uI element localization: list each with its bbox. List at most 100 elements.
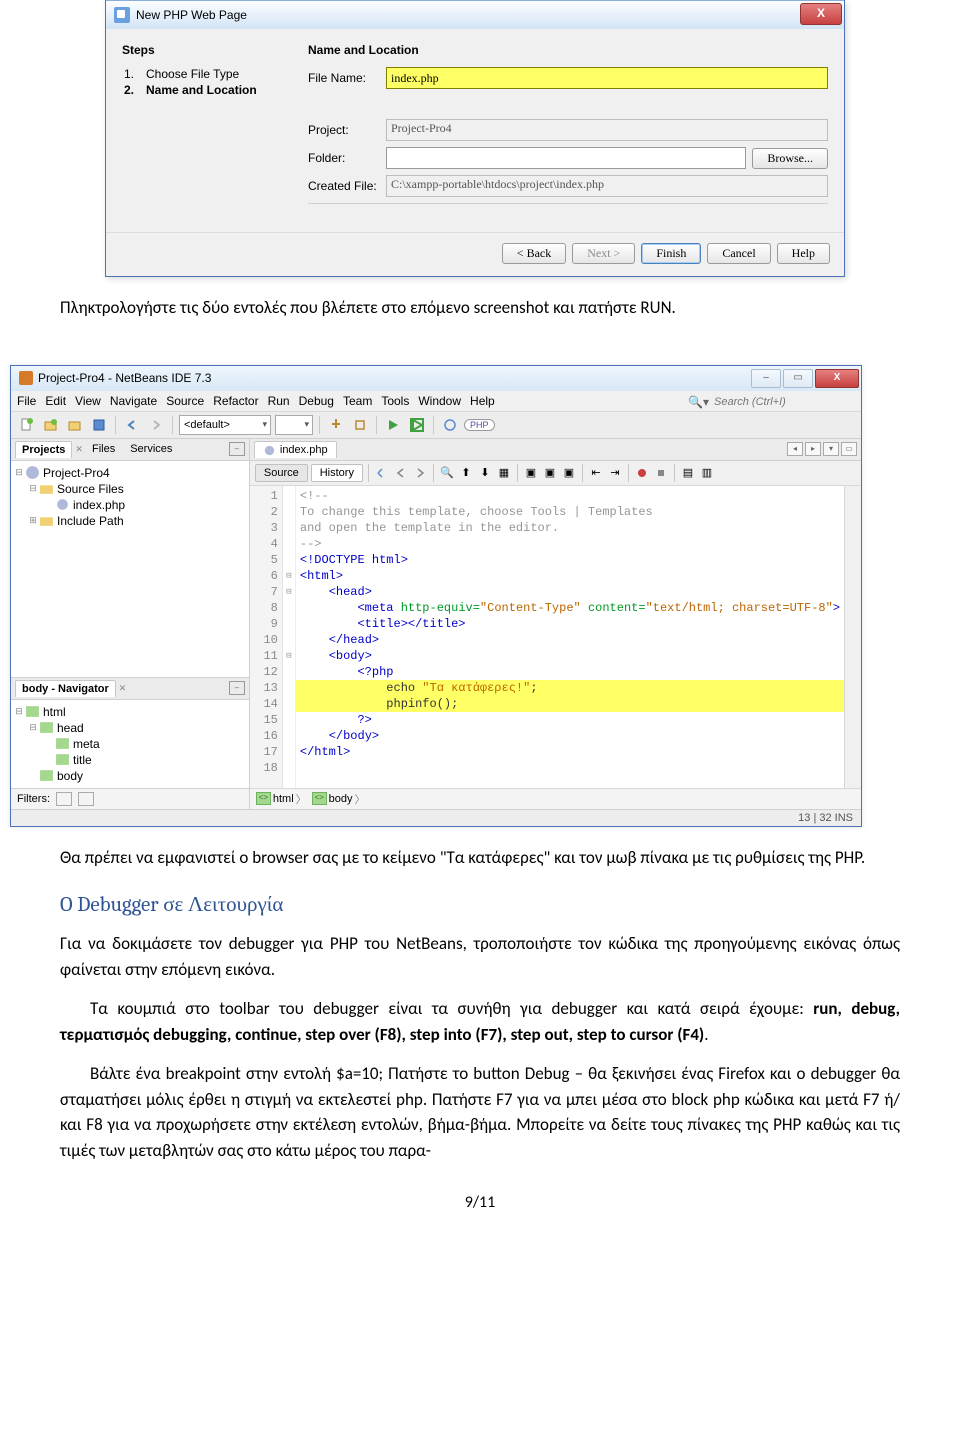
macro-start-icon[interactable] (634, 465, 650, 481)
dropdown-icon[interactable]: ▾ (823, 442, 839, 456)
redo-icon[interactable] (146, 415, 166, 435)
minimize-icon[interactable]: – (751, 369, 781, 388)
editor-tabbar: index.php ◂▸▾▭ (250, 439, 861, 461)
toggle-highlight-icon[interactable]: ▦ (496, 465, 512, 481)
php-file-icon (263, 444, 276, 456)
navigator-title[interactable]: body - Navigator (15, 680, 116, 697)
form-column: Name and Location File Name: Project: Pr… (308, 43, 828, 222)
menu-team[interactable]: Team (343, 394, 372, 408)
save-all-icon[interactable] (89, 415, 109, 435)
steps-header: Steps (122, 43, 290, 57)
build-icon[interactable] (326, 415, 346, 435)
html-tag-icon (39, 769, 54, 783)
macro-stop-icon[interactable] (653, 465, 669, 481)
tree-index-php[interactable]: index.php (73, 498, 125, 512)
tree-source-files[interactable]: Source Files (57, 482, 124, 496)
editor-breadcrumb: <>html 〉 <>body 〉 (250, 788, 861, 809)
clean-build-icon[interactable] (350, 415, 370, 435)
menu-window[interactable]: Window (418, 394, 461, 408)
menu-run[interactable]: Run (268, 394, 290, 408)
mode-source[interactable]: Source (255, 464, 308, 482)
close-icon[interactable]: X (815, 369, 859, 388)
menu-tools[interactable]: Tools (381, 394, 409, 408)
debug-icon[interactable] (407, 415, 427, 435)
new-php-dialog: New PHP Web Page X Steps 1.Choose File T… (105, 0, 845, 277)
next-bookmark-icon[interactable]: ▣ (542, 465, 558, 481)
browse-button[interactable]: Browse... (752, 148, 828, 169)
code-editor[interactable]: 123456789101112131415161718 ⊟⊟⊟ <!--To c… (250, 486, 861, 788)
config-target-combo[interactable] (275, 415, 313, 435)
scrollbar[interactable] (844, 486, 861, 788)
menu-refactor[interactable]: Refactor (213, 394, 258, 408)
file-name-label: File Name: (308, 71, 386, 85)
folder-input[interactable] (386, 147, 746, 169)
open-project-icon[interactable] (65, 415, 85, 435)
tree-include-path[interactable]: Include Path (57, 514, 124, 528)
step-item: 2.Name and Location (124, 83, 290, 97)
menu-navigate[interactable]: Navigate (110, 394, 157, 408)
maximize-editor-icon[interactable]: ▭ (841, 442, 857, 456)
profile-icon[interactable] (440, 415, 460, 435)
minimize-panel-icon[interactable]: – (229, 442, 245, 456)
new-file-icon[interactable] (17, 415, 37, 435)
left-panel: Projects ✕ Files Services – ⊟Project-Pro… (11, 439, 250, 809)
mode-history[interactable]: History (311, 464, 363, 482)
find-prev-icon[interactable]: ⬆ (458, 465, 474, 481)
filter-icon[interactable] (78, 792, 94, 806)
maximize-icon[interactable]: ▭ (783, 369, 813, 388)
shift-right-icon[interactable]: ⇥ (607, 465, 623, 481)
prev-bookmark-icon[interactable]: ▣ (523, 465, 539, 481)
menu-source[interactable]: Source (166, 394, 204, 408)
menu-file[interactable]: File (17, 394, 36, 408)
menu-edit[interactable]: Edit (45, 394, 66, 408)
uncomment-icon[interactable]: ▥ (699, 465, 715, 481)
navigator-tree[interactable]: ⊟html ⊟head meta title body (11, 700, 249, 788)
breadcrumb-html[interactable]: <>html 〉 (256, 791, 307, 807)
finish-button[interactable]: Finish (641, 243, 701, 264)
toggle-bookmark-icon[interactable]: ▣ (561, 465, 577, 481)
last-edit-icon[interactable] (374, 465, 390, 481)
tree-project-name[interactable]: Project-Pro4 (43, 466, 110, 480)
menu-view[interactable]: View (75, 394, 101, 408)
html-tag-icon (55, 737, 70, 751)
back-button[interactable]: < Back (502, 243, 566, 264)
shift-left-icon[interactable]: ⇤ (588, 465, 604, 481)
editor-tab-index[interactable]: index.php (254, 441, 337, 458)
close-icon[interactable]: X (800, 3, 842, 25)
steps-column: Steps 1.Choose File Type 2.Name and Locat… (122, 43, 290, 222)
file-name-input[interactable] (386, 67, 828, 89)
projects-tree[interactable]: ⊟Project-Pro4 ⊟Source Files index.php ⊞I… (11, 461, 249, 677)
forward-icon[interactable] (412, 465, 428, 481)
tab-files[interactable]: Files (86, 441, 121, 457)
menu-debug[interactable]: Debug (299, 394, 334, 408)
config-combo[interactable]: <default> (179, 415, 271, 435)
search-input[interactable] (712, 394, 846, 411)
tab-projects[interactable]: Projects (15, 441, 72, 458)
search-box[interactable]: 🔍▾ (688, 394, 846, 411)
menu-help[interactable]: Help (470, 394, 495, 408)
editor-toolbar: Source History 🔍 ⬆ ⬇ ▦ ▣ ▣ ▣ ⇤ ⇥ (250, 461, 861, 486)
project-field: Project-Pro4 (386, 119, 828, 141)
undo-icon[interactable] (122, 415, 142, 435)
scroll-left-icon[interactable]: ◂ (787, 442, 803, 456)
filter-icon[interactable] (56, 792, 72, 806)
new-project-icon[interactable] (41, 415, 61, 435)
tab-services[interactable]: Services (124, 441, 178, 457)
page-number: 9/11 (60, 1193, 900, 1212)
back-icon[interactable] (393, 465, 409, 481)
scroll-right-icon[interactable]: ▸ (805, 442, 821, 456)
comment-icon[interactable]: ▤ (680, 465, 696, 481)
find-next-icon[interactable]: ⬇ (477, 465, 493, 481)
dialog-titlebar[interactable]: New PHP Web Page X (106, 0, 844, 29)
find-selection-icon[interactable]: 🔍 (439, 465, 455, 481)
ide-titlebar[interactable]: Project-Pro4 - NetBeans IDE 7.3 – ▭ X (11, 366, 861, 391)
minimize-panel-icon[interactable]: – (229, 681, 245, 695)
created-file-field: C:\xampp-portable\htdocs\project\index.p… (386, 175, 828, 197)
step-item: 1.Choose File Type (124, 67, 290, 81)
help-button[interactable]: Help (777, 243, 830, 264)
paragraph-toolbar-buttons: Τα κουμπιά στο toolbar του debugger είνα… (60, 996, 900, 1047)
cancel-button[interactable]: Cancel (707, 243, 770, 264)
paragraph-browser: Θα πρέπει να εμφανιστεί ο browser σας με… (60, 845, 900, 871)
breadcrumb-body[interactable]: <>body 〉 (312, 791, 366, 807)
run-icon[interactable] (383, 415, 403, 435)
